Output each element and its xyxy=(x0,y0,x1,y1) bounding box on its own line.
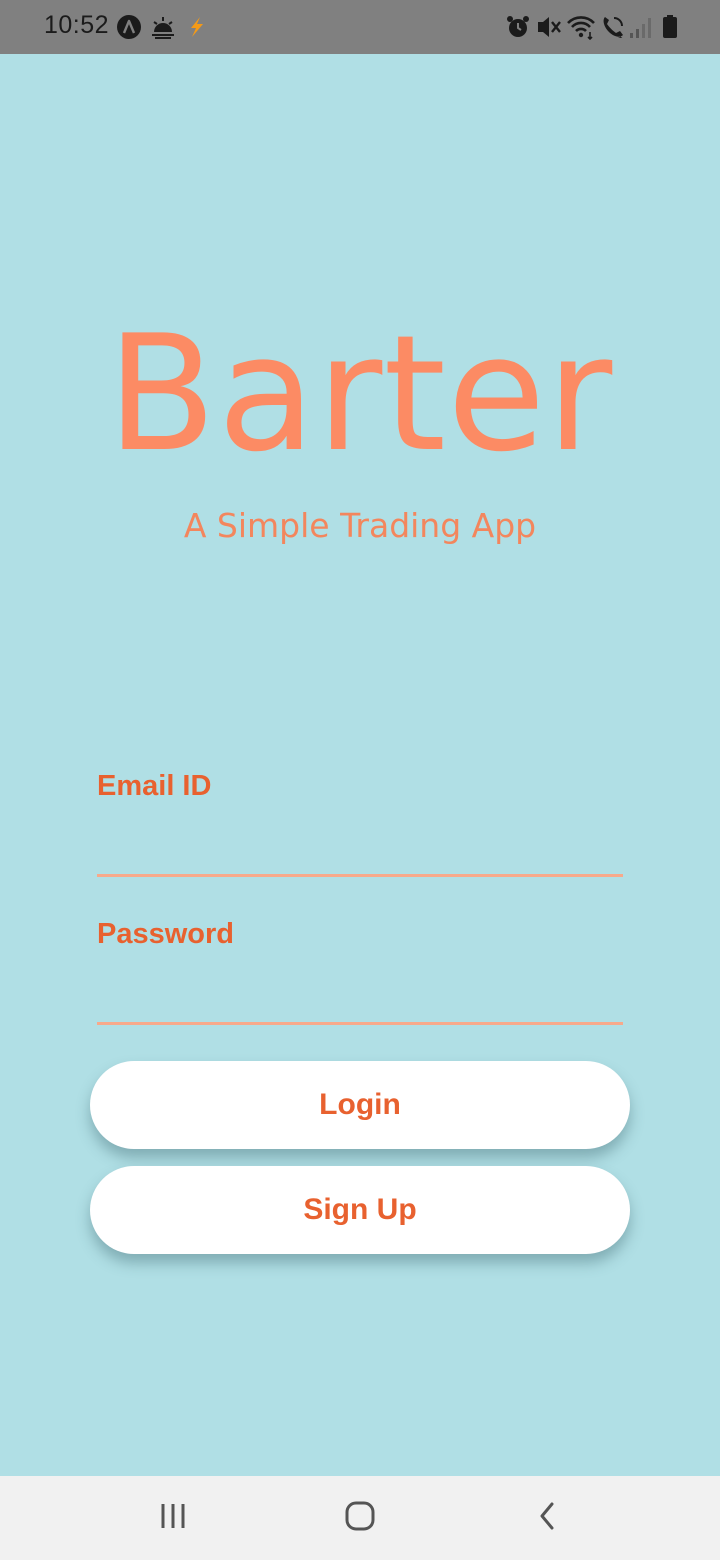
a-circle-icon xyxy=(116,14,142,40)
login-button[interactable]: Login xyxy=(90,1061,630,1149)
home-icon xyxy=(344,1500,376,1536)
signal-icon xyxy=(628,14,652,40)
back-icon xyxy=(535,1501,559,1535)
wifi-call-icon: 1 xyxy=(600,14,626,40)
vibrate-mute-icon xyxy=(536,14,562,40)
email-input[interactable] xyxy=(97,826,623,877)
wifi-icon xyxy=(566,14,596,40)
app-title: Barter xyxy=(106,300,614,487)
status-time: 10:52 xyxy=(44,11,110,39)
recent-apps-button[interactable] xyxy=(113,1476,233,1560)
svg-text:1: 1 xyxy=(618,31,623,40)
password-input[interactable] xyxy=(97,974,623,1025)
back-button[interactable] xyxy=(487,1476,607,1560)
alarm-icon xyxy=(506,14,530,40)
lightning-icon xyxy=(183,14,209,40)
navigation-bar xyxy=(0,1476,720,1560)
battery-icon xyxy=(662,14,678,40)
status-bar: 10:52 1 xyxy=(0,0,720,54)
app-subtitle: A Simple Trading App xyxy=(183,506,537,545)
email-label: Email ID xyxy=(97,770,212,802)
signup-button[interactable]: Sign Up xyxy=(90,1166,630,1254)
home-button[interactable] xyxy=(300,1476,420,1560)
login-screen: Barter A Simple Trading App Email ID Pas… xyxy=(0,54,720,1476)
recent-apps-icon xyxy=(158,1501,188,1535)
password-label: Password xyxy=(97,918,234,950)
sunrise-icon xyxy=(150,14,176,40)
